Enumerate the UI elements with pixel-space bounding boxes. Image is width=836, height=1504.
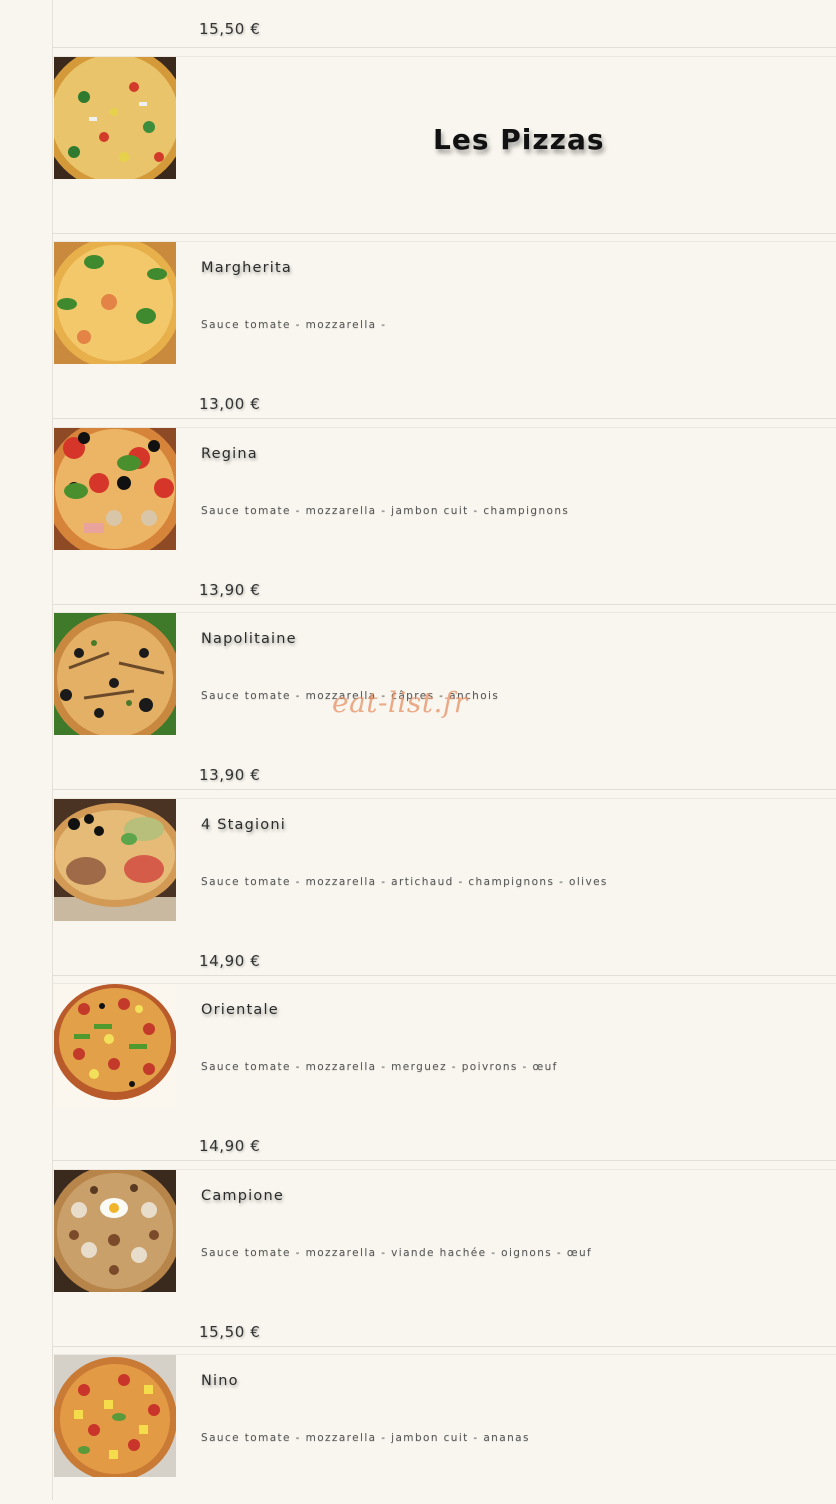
pizza-price: 13,90 € bbox=[199, 581, 261, 599]
pizza-image bbox=[54, 1355, 176, 1477]
item-price: 15,50 € bbox=[199, 20, 261, 38]
pizza-description: Sauce tomate - mozzarella - jambon cuit … bbox=[201, 1432, 530, 1444]
pizza-name: Orientale bbox=[201, 1002, 279, 1018]
pizza-image bbox=[54, 984, 176, 1106]
menu-item[interactable]: Orientale Sauce tomate - mozzarella - me… bbox=[53, 983, 836, 1161]
pizza-image bbox=[54, 799, 176, 921]
pizza-price: 15,50 € bbox=[199, 1323, 261, 1341]
pizza-image bbox=[54, 613, 176, 735]
pizza-price: 13,90 € bbox=[199, 766, 261, 784]
pizza-price: 14,90 € bbox=[199, 1137, 261, 1155]
menu-item[interactable]: Campione Sauce tomate - mozzarella - via… bbox=[53, 1169, 836, 1347]
menu-item[interactable]: 4 Stagioni Sauce tomate - mozzarella - a… bbox=[53, 798, 836, 976]
pizza-description: Sauce tomate - mozzarella - artichaud - … bbox=[201, 876, 608, 888]
pizza-image bbox=[54, 1170, 176, 1292]
menu-item[interactable]: Regina Sauce tomate - mozzarella - jambo… bbox=[53, 427, 836, 605]
pizza-name: Campione bbox=[201, 1188, 284, 1204]
pizza-image bbox=[54, 242, 176, 364]
pizza-name: Napolitaine bbox=[201, 631, 297, 647]
menu-page: 15,50 € Les Pizzas Margherita Sauce toma… bbox=[52, 0, 836, 1500]
menu-item-previous: 15,50 € bbox=[53, 0, 836, 48]
pizza-image bbox=[54, 428, 176, 550]
pizza-description: Sauce tomate - mozzarella - jambon cuit … bbox=[201, 505, 570, 517]
section-image bbox=[54, 57, 176, 179]
menu-item[interactable]: Nino Sauce tomate - mozzarella - jambon … bbox=[53, 1354, 836, 1504]
menu-item[interactable]: Margherita Sauce tomate - mozzarella - 1… bbox=[53, 241, 836, 419]
section-title: Les Pizzas bbox=[433, 123, 605, 156]
pizza-description: Sauce tomate - mozzarella - merguez - po… bbox=[201, 1061, 558, 1073]
pizza-price: 13,00 € bbox=[199, 395, 261, 413]
pizza-name: Nino bbox=[201, 1373, 239, 1389]
pizza-description: Sauce tomate - mozzarella - viande haché… bbox=[201, 1247, 593, 1259]
pizza-name: 4 Stagioni bbox=[201, 817, 286, 833]
pizza-price: 14,90 € bbox=[199, 952, 261, 970]
pizza-name: Margherita bbox=[201, 260, 292, 276]
pizza-name: Regina bbox=[201, 446, 258, 462]
pizza-description: Sauce tomate - mozzarella - bbox=[201, 319, 387, 331]
section-header: Les Pizzas bbox=[53, 56, 836, 234]
watermark: eat-list.fr bbox=[332, 686, 468, 719]
